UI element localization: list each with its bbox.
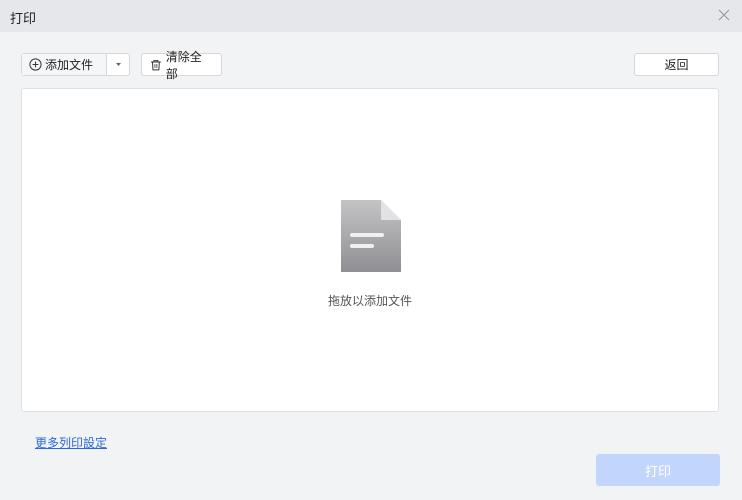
dialog-title: 打印 [10, 12, 37, 27]
file-drop-zone[interactable]: 拖放以添加文件 [21, 88, 719, 412]
title-bar: 打印 [0, 0, 742, 32]
dropdown-arrow-icon [115, 63, 121, 66]
add-file-dropdown-button[interactable] [107, 54, 129, 75]
add-file-button-group: 添加文件 [21, 53, 130, 76]
clear-all-button[interactable]: 清除全部 [141, 50, 222, 81]
more-print-settings-link[interactable]: 更多列印設定 [35, 434, 107, 451]
print-label: 打印 [644, 464, 671, 480]
trash-icon [150, 59, 161, 70]
close-icon [718, 9, 730, 21]
drop-hint-text: 拖放以添加文件 [327, 294, 412, 308]
document-icon [341, 200, 401, 272]
add-circle-icon [29, 58, 42, 71]
add-file-label: 添加文件 [45, 58, 94, 72]
close-button[interactable] [716, 7, 732, 23]
back-button[interactable]: 返回 [634, 53, 719, 76]
print-button[interactable]: 打印 [596, 454, 720, 486]
add-file-button[interactable]: 添加文件 [22, 54, 107, 75]
back-label: 返回 [664, 58, 689, 72]
clear-all-label: 清除全部 [165, 49, 202, 81]
print-dialog: 打印 添加文件 清除全部 返回 拖放以添加文件 更多列印設定 打印 [0, 0, 742, 500]
